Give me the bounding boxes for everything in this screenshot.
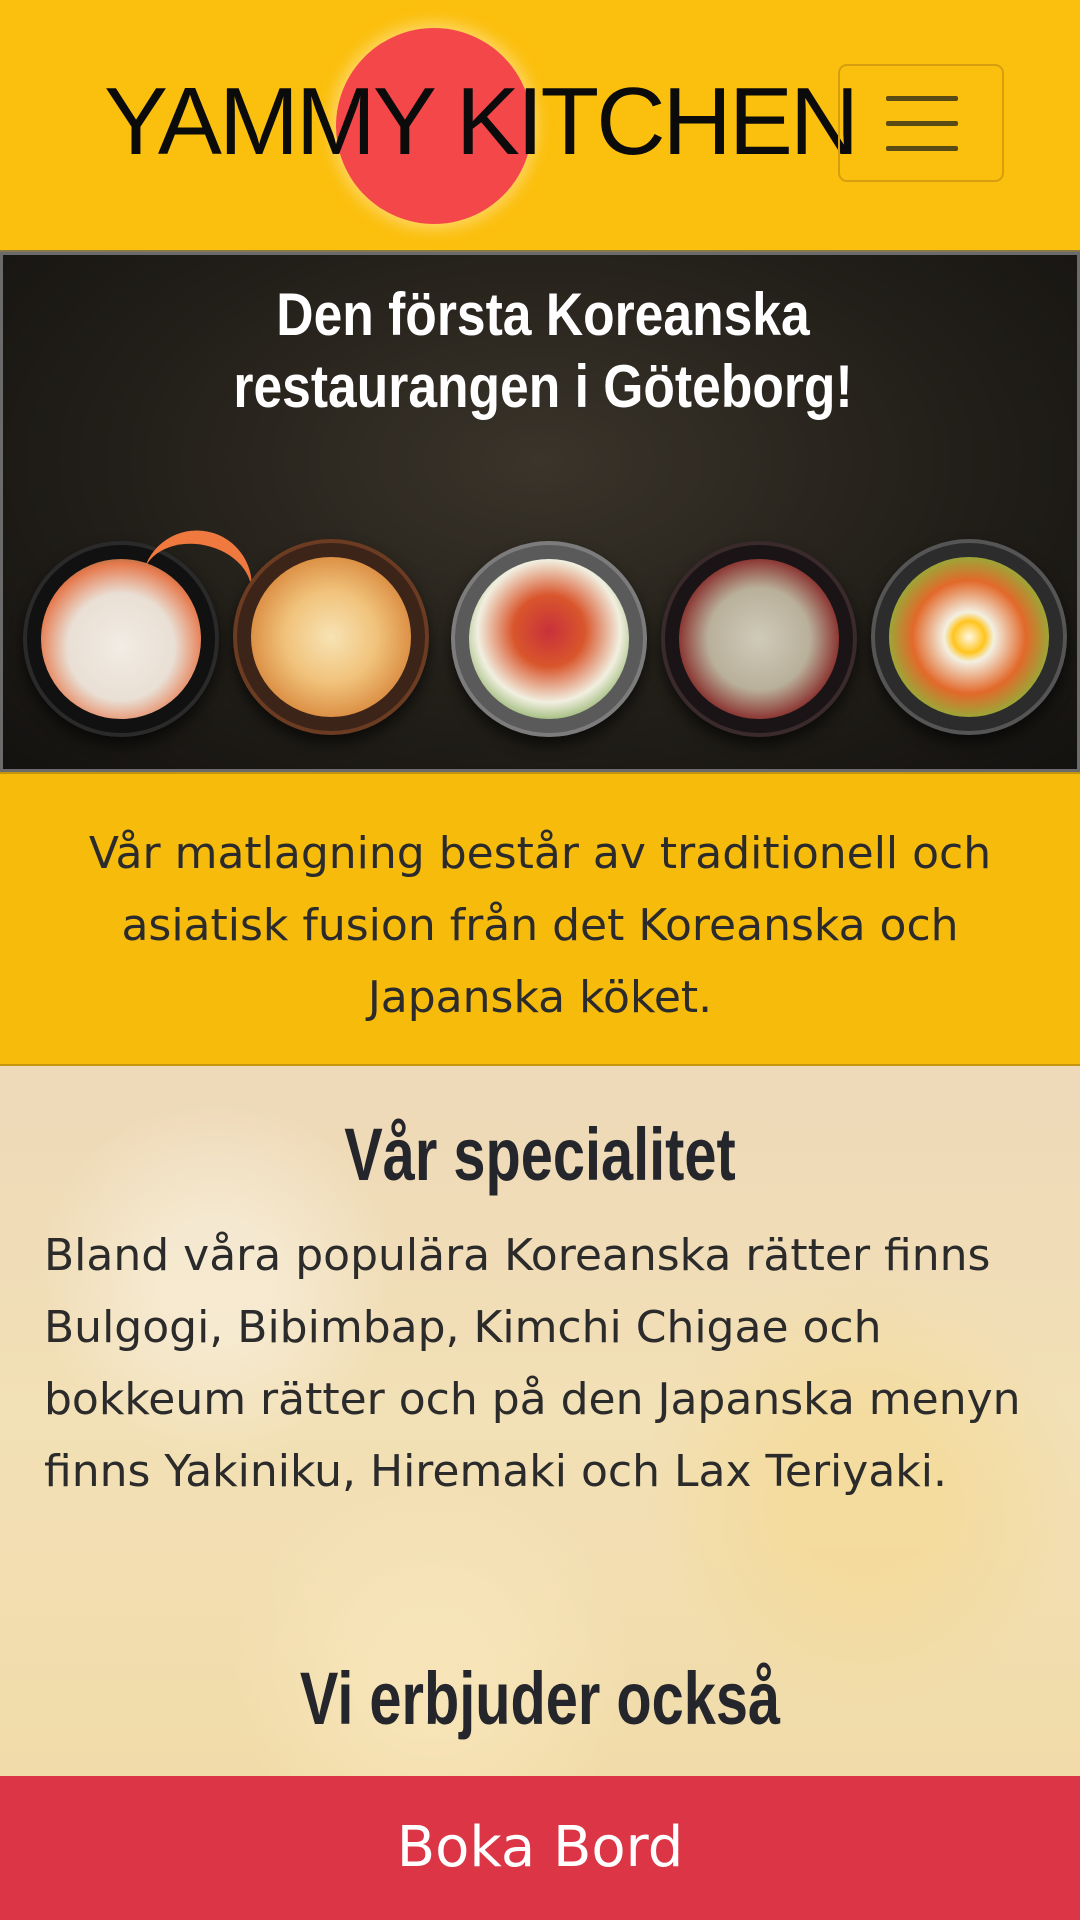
specialty-text: Bland våra populära Koreanska rätter fin… bbox=[44, 1230, 1021, 1497]
seafood-noodle-dish-image bbox=[23, 520, 263, 737]
hero-title: Den första Koreanska restaurangen i Göte… bbox=[233, 281, 853, 420]
brand-name: YAMMY KITCHEN bbox=[104, 68, 859, 175]
soup-dish-image bbox=[661, 541, 857, 737]
offer-heading: Vi erbjuder också bbox=[299, 1657, 781, 1740]
intro-text: Vår matlagning består av traditionell oc… bbox=[88, 828, 992, 1023]
navbar: YAMMY KITCHEN bbox=[0, 0, 1080, 252]
hamburger-menu-icon bbox=[886, 96, 958, 101]
brand-logo-link[interactable]: YAMMY KITCHEN bbox=[104, 26, 859, 226]
hero-banner: Den första Koreanska restaurangen i Göte… bbox=[0, 252, 1080, 772]
hamburger-menu-button[interactable] bbox=[838, 64, 1004, 182]
specialty-section: Vår specialitet Bland våra populära Kore… bbox=[0, 1066, 1080, 1776]
hamburger-menu-icon-bar bbox=[886, 146, 958, 151]
dish-gallery bbox=[3, 520, 1077, 763]
hamburger-menu-icon-bar bbox=[886, 121, 958, 126]
specialty-heading: Vår specialitet bbox=[344, 1113, 736, 1196]
hotpot-dish-image bbox=[451, 541, 647, 737]
bibimbap-dish-image bbox=[871, 539, 1067, 735]
intro-section: Vår matlagning består av traditionell oc… bbox=[0, 772, 1080, 1066]
kimchi-dish-image bbox=[233, 539, 429, 735]
book-table-button[interactable]: Boka Bord bbox=[0, 1776, 1080, 1920]
